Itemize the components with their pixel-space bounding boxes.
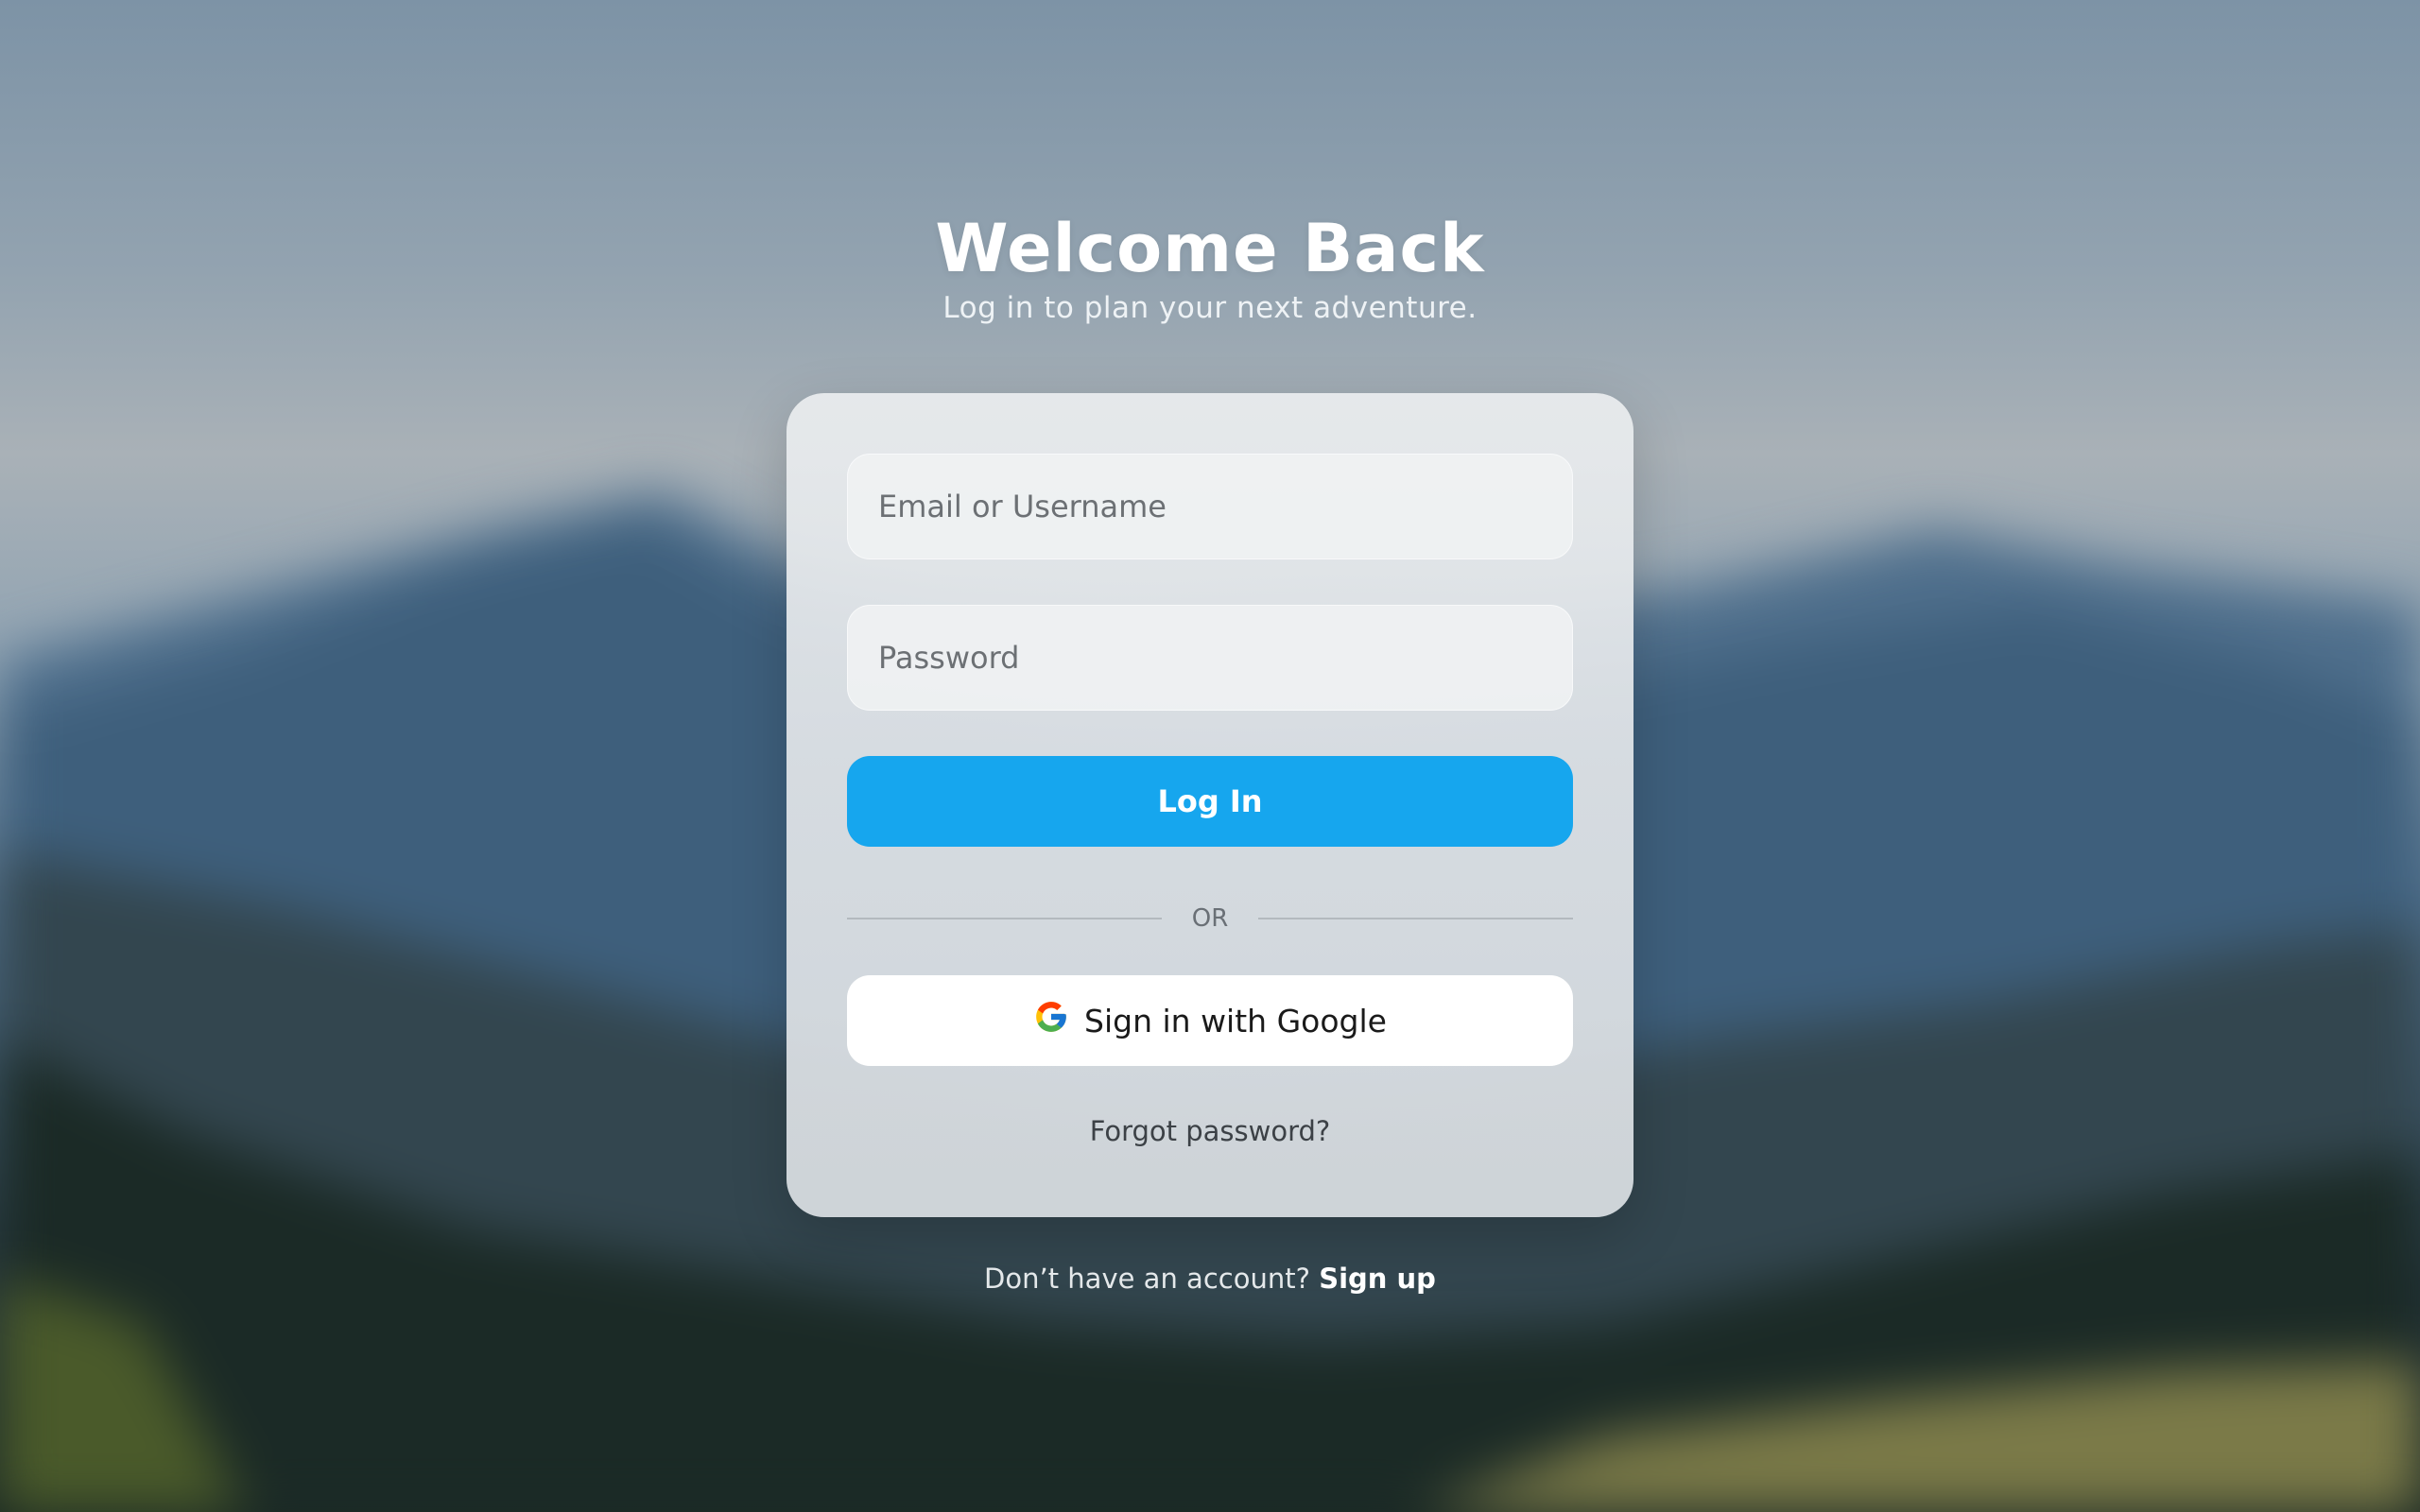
signup-link[interactable]: Sign up <box>1319 1263 1436 1295</box>
page-subtitle: Log in to plan your next adventure. <box>942 291 1478 325</box>
google-signin-button[interactable]: Sign in with Google <box>847 975 1573 1066</box>
divider-line-left <box>847 918 1162 919</box>
google-icon <box>1033 999 1069 1042</box>
login-card: Log In OR Sign in with Google Forgot pas… <box>786 393 1634 1217</box>
forgot-password-link[interactable]: Forgot password? <box>786 1115 1634 1147</box>
or-divider: OR <box>847 900 1573 937</box>
signup-prompt-text: Don’t have an account? <box>984 1263 1310 1295</box>
email-field[interactable] <box>847 454 1573 559</box>
password-field[interactable] <box>847 605 1573 711</box>
header: Welcome Back Log in to plan your next ad… <box>0 208 2420 325</box>
google-signin-label: Sign in with Google <box>1084 1002 1387 1040</box>
divider-line-right <box>1258 918 1573 919</box>
divider-label: OR <box>1191 904 1229 933</box>
signup-prompt: Don’t have an account? Sign up <box>0 1263 2420 1295</box>
page-title: Welcome Back <box>935 210 1485 287</box>
login-button[interactable]: Log In <box>847 756 1573 847</box>
